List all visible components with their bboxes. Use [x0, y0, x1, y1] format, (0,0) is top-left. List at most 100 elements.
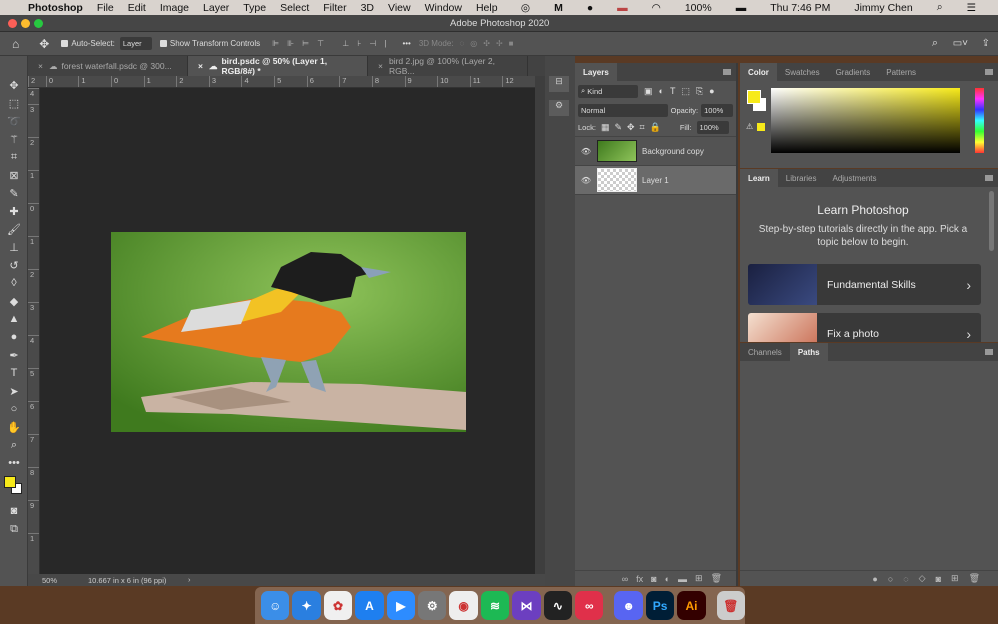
dock-app-system-preferences[interactable]: ⚙ [418, 591, 447, 620]
transform-controls-checkbox[interactable] [159, 40, 167, 47]
learn-scrollbar[interactable] [989, 191, 994, 251]
new-path-icon[interactable]: ⊞ [951, 573, 959, 584]
layer-name[interactable]: Background copy [642, 147, 704, 156]
lasso-tool-icon[interactable]: ➰ [0, 112, 28, 130]
menu-layer[interactable]: Layer [203, 2, 229, 14]
zoom-tool-icon[interactable]: ⌕ [0, 436, 28, 454]
dock-app-trash[interactable]: 🗑 [716, 591, 746, 620]
eyedropper-icon[interactable]: ✎ [0, 184, 28, 202]
dock-app-discord[interactable]: ☻ [614, 591, 643, 620]
home-icon[interactable]: ⌂ [12, 37, 19, 51]
stroke-path-icon[interactable]: ○ [888, 574, 893, 584]
filter-shape-icon[interactable]: ⬚ [681, 86, 690, 97]
lock-position-icon[interactable]: ✥ [627, 122, 635, 133]
tab-bird-2[interactable]: × bird 2.jpg @ 100% (Layer 2, RGB... [368, 56, 528, 76]
healing-brush-icon[interactable]: ✚ [0, 202, 28, 220]
screen-mode-icon[interactable]: ⧉ [0, 520, 28, 538]
share-icon[interactable]: ⇪ [982, 38, 990, 49]
dock-app-ai[interactable]: Ai [677, 591, 706, 620]
tab-patterns[interactable]: Patterns [878, 63, 924, 81]
menu-view[interactable]: View [388, 2, 411, 14]
type-tool-icon[interactable]: T [0, 364, 28, 382]
tab-channels[interactable]: Channels [740, 343, 790, 361]
panel-menu-icon[interactable] [985, 175, 993, 181]
panel-menu-icon[interactable] [985, 69, 993, 75]
properties-panel-icon[interactable]: ⚙ [549, 100, 569, 116]
menu-help[interactable]: Help [476, 2, 498, 14]
quick-mask-icon[interactable]: ◙ [0, 502, 28, 520]
hue-slider[interactable] [975, 88, 984, 153]
filter-pixel-icon[interactable]: ▣ [644, 86, 653, 97]
dock-app-chrome[interactable]: ◉ [449, 591, 478, 620]
link-layers-icon[interactable]: ∞ [622, 574, 628, 584]
frame-tool-icon[interactable]: ⊠ [0, 166, 28, 184]
delete-layer-icon[interactable]: 🗑 [711, 573, 722, 584]
3d-mode-icons[interactable]: ◌◎✣✢■ [460, 39, 520, 48]
zoom-level[interactable]: 50% [42, 576, 57, 585]
foreground-color-swatch[interactable] [4, 476, 16, 488]
new-layer-icon[interactable]: ⊞ [695, 573, 703, 584]
spotlight-icon[interactable]: ⌕ [937, 1, 943, 14]
opacity-input[interactable]: 100% [701, 103, 733, 117]
history-brush-icon[interactable]: ↺ [0, 256, 28, 274]
dodge-tool-icon[interactable]: ● [0, 328, 28, 346]
stamp-tool-icon[interactable]: ⊥ [0, 238, 28, 256]
lock-artboard-icon[interactable]: ⌗ [640, 122, 645, 133]
menu-3d[interactable]: 3D [361, 2, 374, 14]
tab-paths[interactable]: Paths [789, 343, 828, 361]
auto-select-checkbox[interactable] [61, 40, 69, 47]
dock-app-photos[interactable]: ✿ [323, 591, 353, 620]
tab-layers[interactable]: Layers [575, 63, 617, 81]
color-swatches[interactable] [0, 472, 27, 502]
tab-color[interactable]: Color [740, 63, 777, 81]
tutorial-fix-a-photo[interactable]: Fix a photo › [748, 313, 981, 342]
filter-adjustment-icon[interactable]: ◐ [659, 86, 664, 96]
close-tab-icon[interactable]: × [378, 61, 383, 71]
delete-path-icon[interactable]: 🗑 [969, 573, 980, 584]
layer-filter-dropdown[interactable]: ⌕ Kind [578, 84, 638, 98]
battery-icon[interactable]: ▬ [736, 2, 747, 14]
user-name[interactable]: Jimmy Chen [854, 2, 912, 14]
history-panel-icon[interactable]: ⊟ [549, 76, 569, 92]
eye-icon[interactable]: 👁 [575, 176, 597, 185]
tab-adjustments[interactable]: Adjustments [824, 169, 884, 187]
layer-row[interactable]: 👁 Background copy [575, 137, 736, 166]
zoom-window-button[interactable] [34, 19, 43, 28]
tab-libraries[interactable]: Libraries [778, 169, 825, 187]
dock-app-app-store[interactable]: A [355, 591, 384, 620]
status-menu-arrow[interactable]: › [188, 575, 191, 584]
dock-app-ps[interactable]: Ps [645, 591, 675, 620]
menu-select[interactable]: Select [280, 2, 309, 14]
group-icon[interactable]: ▬ [678, 574, 687, 584]
blur-tool-icon[interactable]: ▲ [0, 310, 28, 328]
make-work-path-icon[interactable]: ◇ [919, 573, 926, 584]
dock-app-spotify[interactable]: ≋ [480, 591, 510, 620]
layer-name[interactable]: Layer 1 [642, 176, 669, 185]
fx-icon[interactable]: fx [636, 574, 643, 584]
filter-type-icon[interactable]: T [670, 86, 676, 96]
menu-edit[interactable]: Edit [128, 2, 146, 14]
dock-app-zoom[interactable]: ▶ [386, 591, 416, 620]
tab-learn[interactable]: Learn [740, 169, 778, 187]
malwarebytes-icon[interactable]: M [554, 2, 563, 14]
tab-bird[interactable]: × ☁ bird.psdc @ 50% (Layer 1, RGB/8#) * [188, 56, 368, 76]
close-window-button[interactable] [8, 19, 17, 28]
workspace-icon[interactable]: ▭˅ [953, 38, 968, 49]
load-selection-icon[interactable]: ◌ [903, 574, 908, 584]
more-tools-icon[interactable]: ••• [0, 454, 28, 472]
move-tool-icon[interactable]: ✥ [39, 37, 49, 51]
bird-image[interactable] [111, 232, 466, 432]
vertical-scrollbar[interactable] [535, 76, 545, 574]
add-mask-icon[interactable]: ◙ [651, 574, 656, 584]
menu-app[interactable]: Photoshop [28, 2, 83, 14]
eye-icon[interactable]: 👁 [575, 147, 597, 156]
notification-center-icon[interactable]: ☰ [967, 2, 976, 14]
dock-app-activity-monitor[interactable]: ∿ [543, 591, 573, 620]
menu-window[interactable]: Window [425, 2, 462, 14]
lock-all-icon[interactable]: 🔒 [650, 122, 661, 133]
foreground-color-swatch[interactable] [747, 90, 761, 104]
grammarly-icon[interactable]: ● [587, 2, 593, 14]
close-tab-icon[interactable]: × [38, 61, 43, 71]
move-tool-icon[interactable]: ✥ [0, 76, 28, 94]
fill-path-icon[interactable]: ● [872, 574, 877, 584]
